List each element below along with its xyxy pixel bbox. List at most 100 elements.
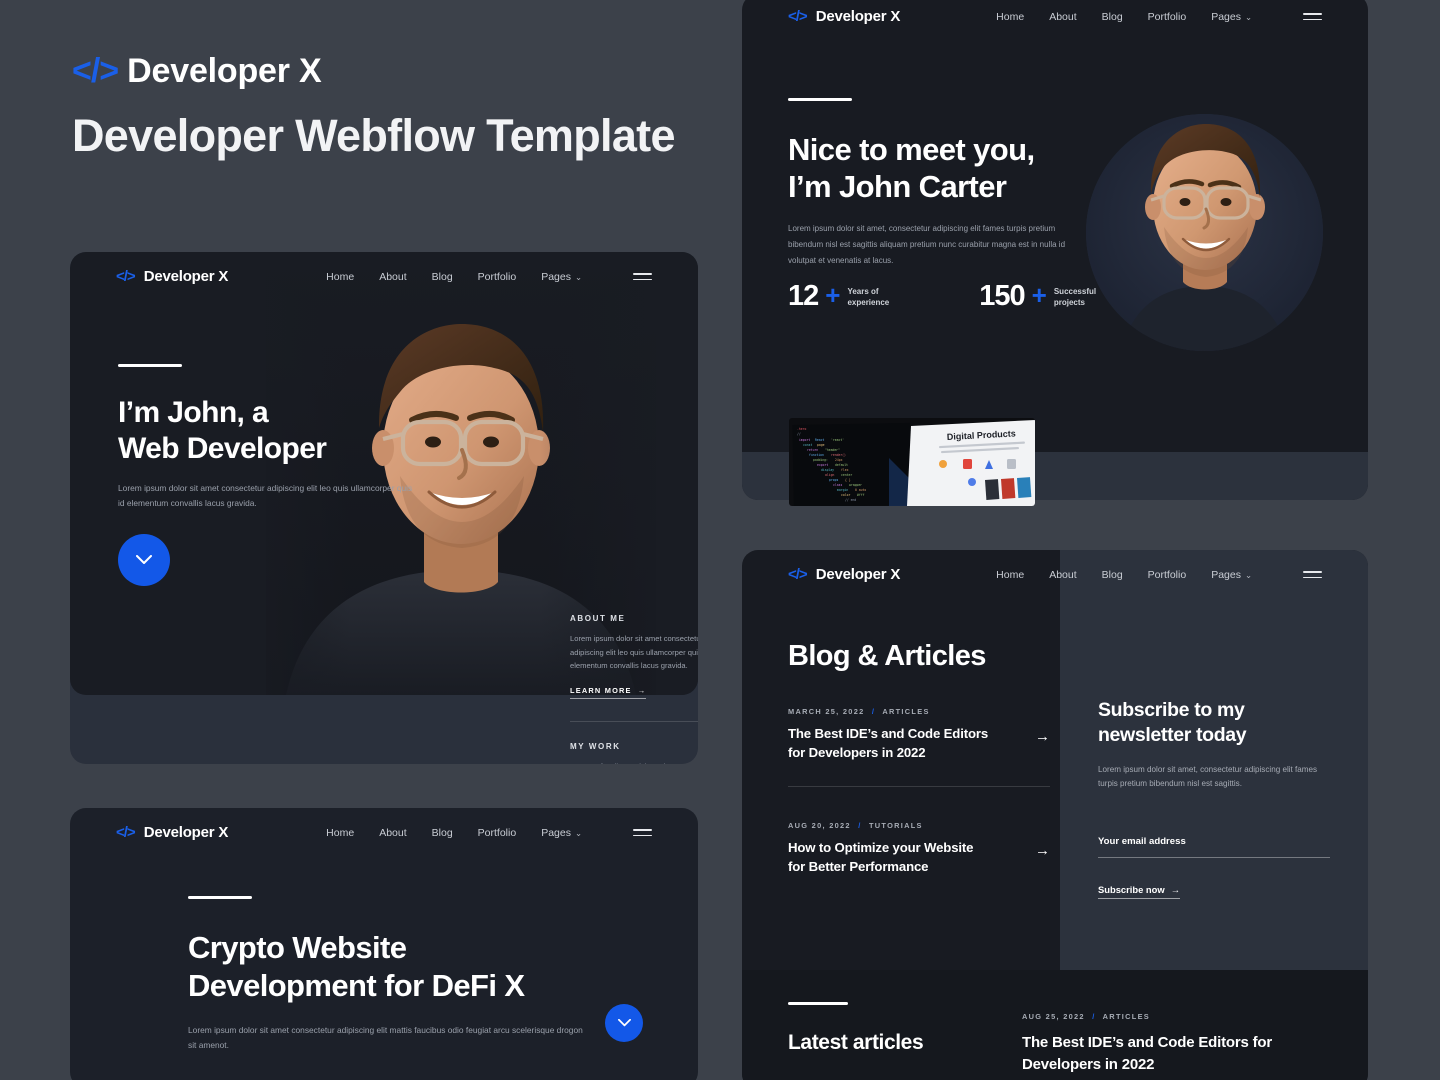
- svg-text:"header": "header": [825, 448, 840, 452]
- nav-item-portfolio[interactable]: Portfolio: [478, 271, 517, 283]
- blog-brand-logo[interactable]: </> Developer X: [788, 566, 900, 583]
- scroll-down-button[interactable]: [118, 534, 170, 587]
- latest-articles-header: Latest articles: [788, 1002, 1018, 1055]
- stat-label: Years of experience: [847, 282, 889, 309]
- nav-item-pages[interactable]: Pages ⌄: [541, 271, 582, 283]
- nav-item-pages[interactable]: Pages ⌄: [541, 827, 582, 839]
- crypto-navbar: </> Developer X Home About Blog Portfoli…: [116, 824, 652, 841]
- nav-item-home[interactable]: Home: [326, 271, 354, 283]
- subscribe-button[interactable]: Subscribe now →: [1098, 883, 1181, 899]
- newsletter-heading: Subscribe to my newsletter today: [1098, 698, 1330, 749]
- brand-name: Developer X: [143, 824, 229, 841]
- meet-navbar: </> Developer X Home About Blog Portfoli…: [788, 8, 1322, 25]
- stat-number: 12: [788, 280, 819, 312]
- stat-label-line1: Successful: [1053, 287, 1097, 296]
- nav-item-about[interactable]: About: [1049, 11, 1076, 23]
- menu-button[interactable]: [1303, 570, 1322, 579]
- hero-brand-logo[interactable]: </> Developer X: [116, 268, 228, 285]
- stat-item: 12 + Years of experience: [788, 280, 889, 312]
- menu-button[interactable]: [633, 828, 652, 837]
- hero-sidebar: ABOUT ME Lorem ipsum dolor sit amet cons…: [570, 614, 698, 764]
- code-icon: </>: [788, 8, 808, 25]
- brand-name: Developer X: [815, 8, 901, 25]
- blog-post-item[interactable]: AUG 20, 2022 / TUTORIALS How to Optimize…: [788, 821, 1050, 876]
- post-title-line1: How to Optimize your Website: [788, 840, 974, 856]
- code-icon: </>: [116, 268, 136, 285]
- post-date: AUG 25, 2022: [1022, 1012, 1085, 1021]
- nav-item-about[interactable]: About: [379, 271, 406, 283]
- nav-item-about[interactable]: About: [379, 827, 406, 839]
- svg-text:color: color: [841, 493, 850, 497]
- svg-text:0 auto: 0 auto: [855, 488, 866, 492]
- about-paragraph: Lorem ipsum dolor sit amet consectetur a…: [570, 634, 698, 671]
- nav-item-home[interactable]: Home: [996, 569, 1024, 581]
- meet-brand-logo[interactable]: </> Developer X: [788, 8, 900, 25]
- nav-item-pages-label: Pages: [1211, 10, 1241, 23]
- code-icon: </>: [72, 52, 119, 90]
- stat-label: Successful projects: [1054, 282, 1096, 309]
- arrow-right-icon[interactable]: →: [1035, 725, 1050, 745]
- newsletter-heading-line2: newsletter today: [1098, 724, 1247, 747]
- meet-nav: Home About Blog Portfolio Pages ⌄: [996, 11, 1322, 23]
- svg-text:class: class: [833, 483, 842, 487]
- nav-item-portfolio[interactable]: Portfolio: [1148, 11, 1187, 23]
- profile-portrait: [1086, 114, 1323, 351]
- svg-text:const: const: [803, 443, 812, 447]
- newsletter-form: Subscribe to my newsletter today Lorem i…: [1098, 698, 1330, 899]
- hero-nav: Home About Blog Portfolio Pages ⌄: [326, 271, 652, 283]
- hero-navbar: </> Developer X Home About Blog Portfoli…: [116, 268, 652, 285]
- email-field[interactable]: Your email address: [1098, 836, 1330, 858]
- meta-separator: /: [858, 821, 862, 831]
- accent-rule: [788, 1002, 848, 1005]
- sidebar-divider-1: [570, 720, 698, 722]
- post-category: TUTORIALS: [868, 821, 923, 831]
- nav-item-portfolio[interactable]: Portfolio: [1148, 569, 1187, 581]
- crypto-brand-logo[interactable]: </> Developer X: [116, 824, 228, 841]
- about-kicker: ABOUT ME: [570, 614, 626, 623]
- svg-text:align: align: [825, 473, 834, 477]
- laptop-screenshot: .hero // import React 'react' const page re…: [789, 418, 1035, 506]
- latest-post-item[interactable]: AUG 25, 2022 / ARTICLES The Best IDE’s a…: [1022, 1012, 1312, 1076]
- svg-text:flex: flex: [841, 468, 849, 472]
- nav-item-home[interactable]: Home: [326, 827, 354, 839]
- post-title: How to Optimize your Website for Better …: [788, 839, 973, 876]
- meta-separator: /: [871, 707, 876, 716]
- arrow-right-icon[interactable]: →: [1035, 839, 1050, 859]
- nav-item-portfolio[interactable]: Portfolio: [478, 827, 517, 839]
- svg-text:display: display: [821, 468, 834, 472]
- post-meta: AUG 20, 2022 / TUTORIALS: [788, 821, 1050, 830]
- page-header: </> Developer X Developer Webflow Templa…: [72, 52, 675, 160]
- nav-item-about[interactable]: About: [1049, 569, 1076, 581]
- svg-text:'react': 'react': [831, 438, 844, 442]
- menu-button[interactable]: [1303, 12, 1322, 21]
- menu-button[interactable]: [633, 272, 652, 281]
- svg-text:default: default: [835, 463, 848, 467]
- subscribe-label: Subscribe now: [1098, 883, 1165, 895]
- accent-rule: [788, 98, 852, 101]
- crypto-nav: Home About Blog Portfolio Pages ⌄: [326, 827, 652, 839]
- hero-preview-card: </> Developer X Home About Blog Portfoli…: [70, 252, 698, 764]
- learn-more-link[interactable]: LEARN MORE →: [570, 686, 647, 699]
- nav-item-home[interactable]: Home: [996, 11, 1024, 23]
- nav-item-blog[interactable]: Blog: [432, 271, 453, 283]
- blog-post-item[interactable]: MARCH 25, 2022 / ARTICLES The Best IDE’s…: [788, 707, 1050, 762]
- hero-heading-line1: I’m John, a: [118, 396, 269, 429]
- nav-item-pages[interactable]: Pages ⌄: [1211, 569, 1252, 581]
- crypto-heading-line2: Development for DeFi X: [188, 967, 525, 1003]
- svg-text:margin: margin: [837, 488, 848, 492]
- post-row: How to Optimize your Website for Better …: [788, 839, 1050, 876]
- nav-item-pages[interactable]: Pages ⌄: [1211, 11, 1252, 23]
- arrow-right-icon: →: [1170, 883, 1181, 895]
- nav-item-blog[interactable]: Blog: [1102, 11, 1123, 23]
- chevron-down-icon: ⌄: [574, 827, 582, 838]
- nav-item-pages-label: Pages: [1211, 568, 1241, 581]
- code-icon: </>: [788, 566, 808, 583]
- crypto-paragraph: Lorem ipsum dolor sit amet consectetur a…: [188, 1024, 583, 1051]
- blog-preview-card: </> Developer X Home About Blog Portfoli…: [742, 550, 1368, 1080]
- stat-number: 150: [979, 280, 1025, 312]
- nav-item-blog[interactable]: Blog: [432, 827, 453, 839]
- stat-plus: +: [825, 280, 841, 310]
- crypto-scroll-down-button[interactable]: [605, 1004, 643, 1042]
- meta-separator: /: [1092, 1012, 1096, 1021]
- nav-item-blog[interactable]: Blog: [1102, 569, 1123, 581]
